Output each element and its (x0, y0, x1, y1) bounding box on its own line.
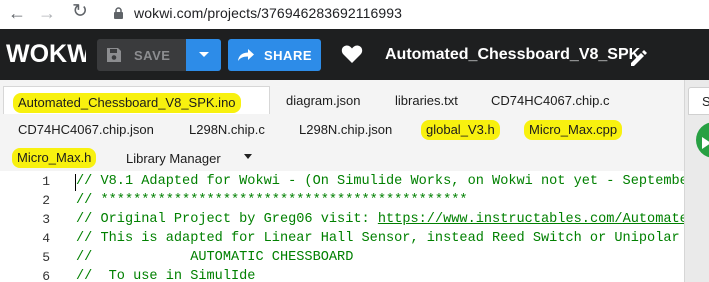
pencil-icon[interactable] (629, 48, 649, 68)
line-number: 5 (42, 250, 50, 265)
line-number: 2 (42, 193, 50, 208)
svg-text:WOKWi: WOKWi (6, 40, 86, 67)
wokwi-logo[interactable]: WOKWi (6, 39, 86, 67)
simulation-panel: S (684, 80, 709, 282)
line-number: 6 (42, 269, 50, 282)
tab-cd74hc4067-chip-c[interactable]: CD74HC4067.chip.c (491, 93, 610, 109)
code-editor[interactable]: 1 2 3 4 5 6 // V8.1 Adapted for Wokwi - … (0, 171, 684, 282)
code-line[interactable]: // This is adapted for Linear Hall Senso… (76, 231, 684, 246)
tab-global-v3-h[interactable]: global_V3.h (421, 120, 500, 140)
tab-libraries-txt[interactable]: libraries.txt (395, 93, 458, 109)
reload-icon[interactable]: ↻ (72, 2, 88, 22)
save-button[interactable]: SAVE (97, 39, 186, 71)
tab-micro-max-cpp[interactable]: Micro_Max.cpp (524, 120, 623, 140)
code-line[interactable]: // AUTOMATIC CHESSBOARD (76, 250, 353, 265)
tab-overflow-chevron-icon[interactable] (244, 154, 252, 159)
tab-main-ino[interactable]: Automated_Chessboard_V8_SPK.ino (3, 86, 270, 114)
forward-arrow-icon[interactable]: → (38, 3, 56, 23)
tab-micro-max-h[interactable]: Micro_Max.h (12, 148, 97, 168)
tab-cd74hc4067-chip-json[interactable]: CD74HC4067.chip.json (18, 122, 154, 138)
code-link[interactable]: https://www.instructables.com/Automated-… (378, 212, 684, 227)
save-button-group: SAVE (97, 39, 221, 71)
file-tabs: Automated_Chessboard_V8_SPK.ino diagram.… (0, 80, 684, 171)
code-line[interactable]: // V8.1 Adapted for Wokwi - (On Simulide… (76, 174, 684, 189)
share-arrow-icon (238, 49, 254, 61)
tab-l298n-chip-json[interactable]: L298N.chip.json (299, 122, 392, 138)
tab-diagram-json[interactable]: diagram.json (286, 93, 360, 109)
browser-url-bar: ← → ↻ wokwi.com/projects/376946283692116… (0, 0, 709, 29)
line-number: 3 (42, 212, 50, 227)
save-dropdown-button[interactable] (186, 39, 221, 71)
tab-library-manager[interactable]: Library Manager (126, 151, 221, 167)
tab-l298n-chip-c[interactable]: L298N.chip.c (189, 122, 265, 138)
save-label: SAVE (134, 47, 171, 63)
line-number: 1 (42, 174, 50, 189)
back-arrow-icon[interactable]: ← (8, 3, 26, 23)
code-text: // Original Project by Greg06 visit: (76, 212, 378, 227)
heart-icon[interactable] (341, 44, 363, 64)
app-header: WOKWi SAVE SHARE Automated_Chessboard_V8… (0, 29, 709, 80)
floppy-disk-icon (107, 48, 121, 62)
line-number: 4 (42, 231, 50, 246)
code-line[interactable]: // To use in SimulIde (76, 269, 255, 282)
tab-label: Automated_Chessboard_V8_SPK.ino (13, 93, 241, 113)
code-line[interactable]: // Original Project by Greg06 visit: htt… (76, 212, 684, 227)
simulation-tab[interactable]: S (688, 87, 709, 115)
play-icon (702, 137, 709, 149)
share-button[interactable]: SHARE (228, 39, 321, 71)
address-field[interactable]: wokwi.com/projects/376946283692116993 (134, 5, 402, 21)
share-label: SHARE (264, 47, 313, 63)
lock-icon[interactable] (113, 7, 124, 19)
project-title[interactable]: Automated_Chessboard_V8_SPK (385, 46, 640, 64)
code-line[interactable]: // *************************************… (76, 193, 468, 208)
chevron-down-icon (198, 52, 209, 57)
